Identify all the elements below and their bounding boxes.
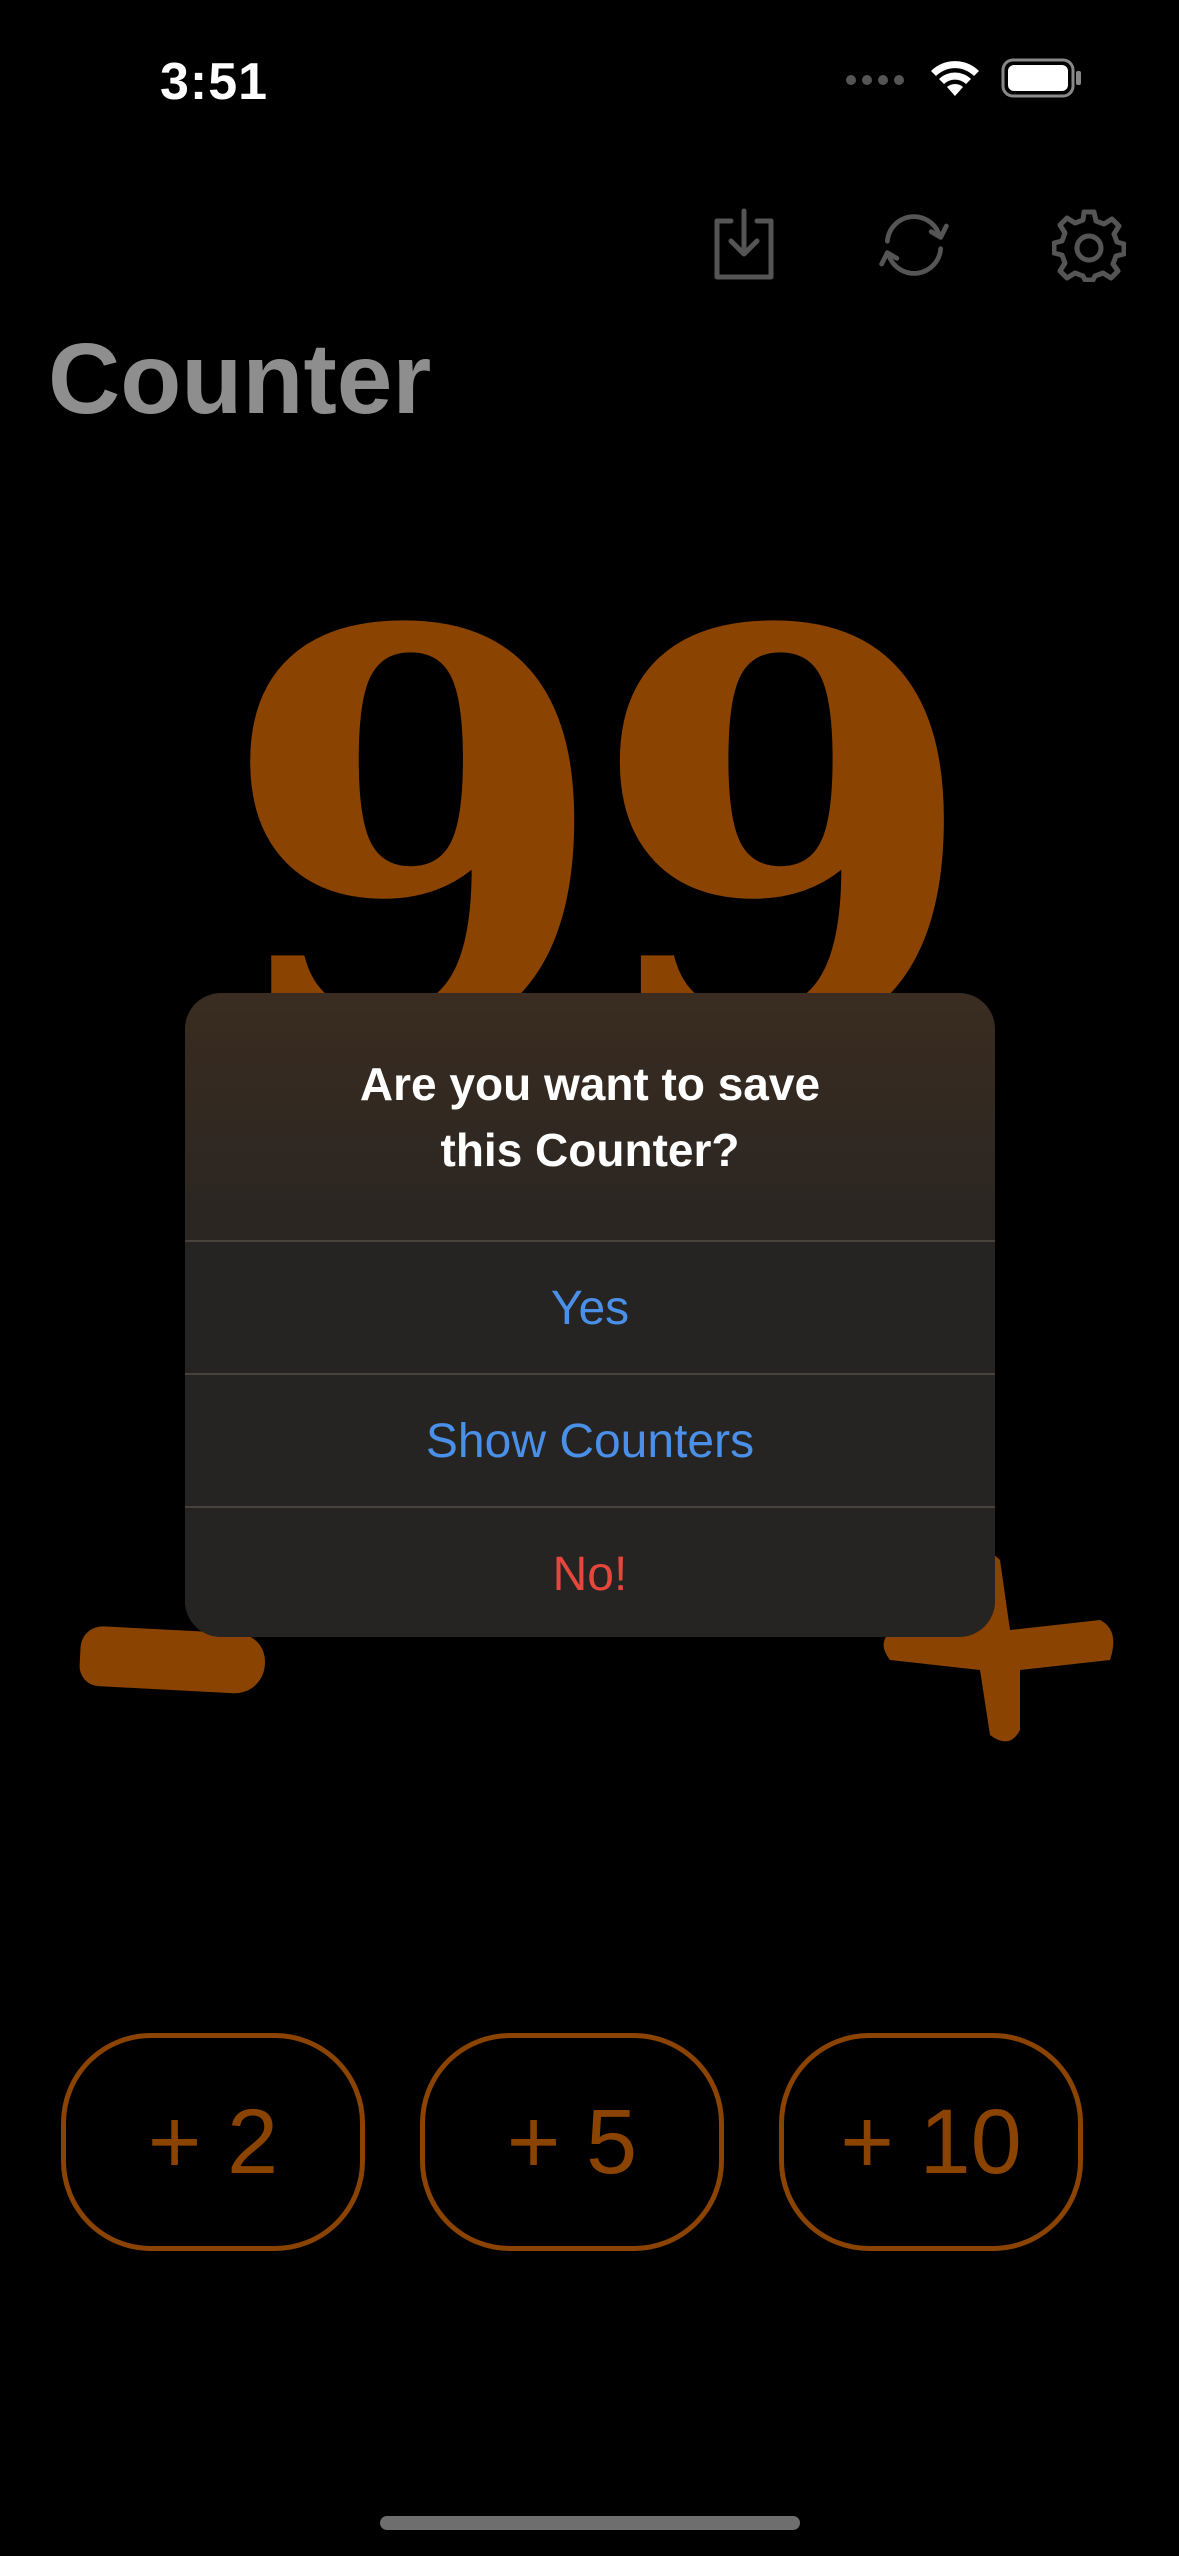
battery-icon [1001,58,1083,103]
download-icon[interactable] [704,205,784,285]
status-time: 3:51 [160,53,269,111]
wifi-icon [929,58,981,103]
dialog-title: Are you want to save this Counter? [185,1051,995,1183]
add-5-button[interactable]: + 5 [420,2033,724,2251]
yes-button[interactable]: Yes [185,1240,995,1374]
page-title: Counter [48,323,432,435]
show-counters-button[interactable]: Show Counters [185,1373,995,1507]
dialog-title-text: Are you want to save this Counter? [359,1058,821,1176]
save-counter-dialog: Are you want to save this Counter? Yes S… [185,993,995,1637]
signal-icon [845,70,909,91]
refresh-icon[interactable] [874,205,954,285]
add-10-button[interactable]: + 10 [779,2033,1083,2251]
home-indicator[interactable] [380,2516,800,2530]
status-indicators [845,58,1083,103]
gear-icon[interactable] [1049,205,1129,285]
add-2-button[interactable]: + 2 [61,2033,365,2251]
no-button[interactable]: No! [185,1506,995,1637]
